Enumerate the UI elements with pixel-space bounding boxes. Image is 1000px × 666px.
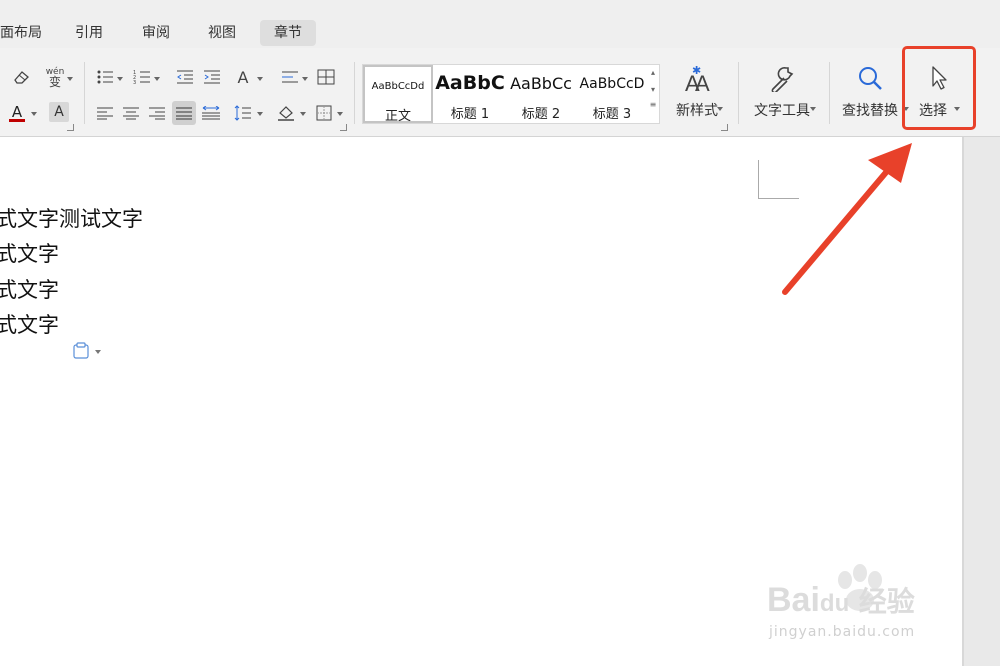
baidu-watermark: Baidu 经验 jingyan.baidu.com [765, 560, 955, 650]
watermark-cn: 经验 [858, 586, 915, 617]
watermark-brand2: du [819, 590, 850, 617]
watermark-brand: Bai [767, 581, 820, 619]
watermark-url: jingyan.baidu.com [769, 624, 916, 640]
